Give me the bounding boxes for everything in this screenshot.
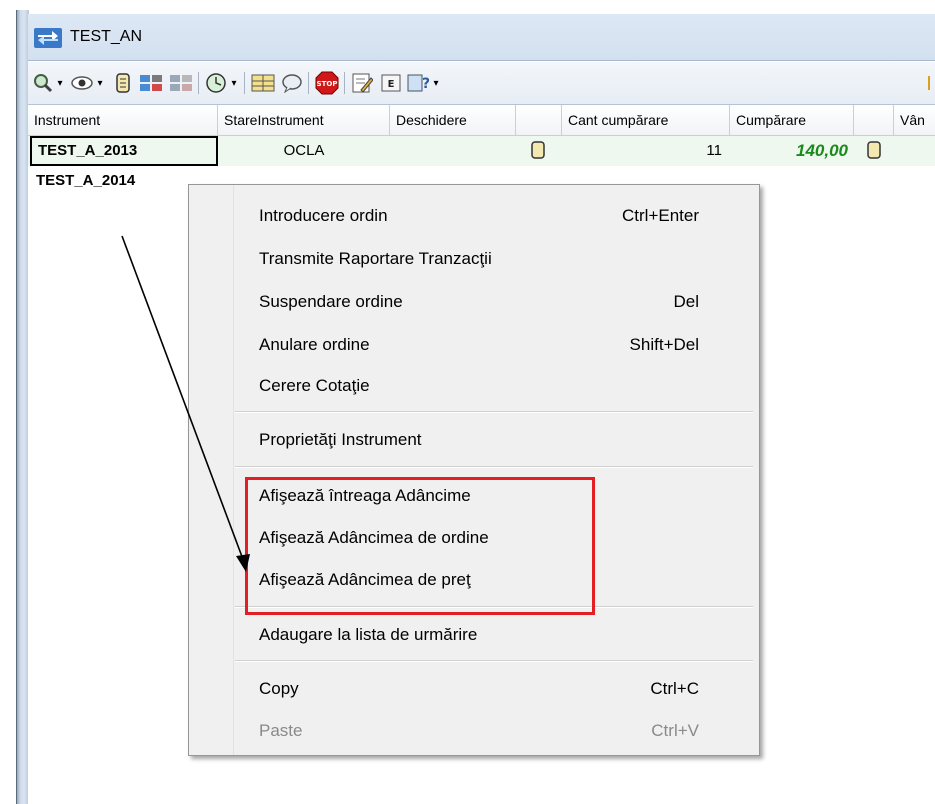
chevron-down-icon[interactable]: ▾ (54, 70, 66, 96)
highlight-box (245, 477, 595, 615)
scroll-icon[interactable] (856, 136, 892, 166)
menu-separator (235, 411, 753, 413)
col-icon[interactable] (516, 105, 562, 135)
toolbar-separator (244, 72, 245, 94)
order-book-disabled-icon[interactable] (168, 70, 194, 96)
menu-shortcut: Shift+Del (629, 335, 699, 354)
col-icon[interactable] (854, 105, 894, 135)
toolbar: ▾ ▾ ▾ STOP E ▾ (28, 62, 935, 105)
exchange-arrows-icon (34, 28, 62, 48)
table-row[interactable]: TEST_A_2013 OCLA 11 140,00 (28, 136, 935, 166)
scroll-icon[interactable] (518, 136, 558, 166)
toolbar-overflow-marker (928, 76, 930, 90)
grid-header: Instrument StareInstrument Deschidere Ca… (28, 105, 935, 136)
menu-shortcut: Ctrl+Enter (622, 206, 699, 225)
help-icon[interactable]: ? (406, 70, 430, 96)
search-icon[interactable] (32, 70, 54, 96)
window-title: TEST_AN (70, 28, 143, 45)
svg-text:?: ? (422, 76, 429, 92)
menu-item-paste[interactable]: Paste (259, 718, 302, 744)
chevron-down-icon[interactable]: ▾ (430, 70, 442, 96)
toolbar-separator (308, 72, 309, 94)
context-menu: Introducere ordin Ctrl+Enter Transmite R… (188, 184, 760, 756)
menu-shortcut: Del (673, 292, 699, 311)
menu-separator (235, 660, 753, 662)
menu-item-anulare-ordine[interactable]: Anulare ordine (259, 332, 370, 358)
menu-item-introducere-ordin[interactable]: Introducere ordin (259, 203, 388, 229)
toolbar-separator (198, 72, 199, 94)
col-stare-instrument[interactable]: StareInstrument (218, 105, 390, 135)
e-icon[interactable]: E (380, 70, 402, 96)
col-deschidere[interactable]: Deschidere (390, 105, 516, 135)
menu-item-transmite-raportare[interactable]: Transmite Raportare Tranzacţii (259, 246, 492, 272)
col-cumparare[interactable]: Cumpărare (730, 105, 854, 135)
menu-shortcut: Ctrl+V (651, 721, 699, 740)
menu-item-suspendare-ordine[interactable]: Suspendare ordine (259, 289, 403, 315)
edit-icon[interactable] (350, 70, 374, 96)
title-bar: TEST_AN (28, 14, 935, 61)
col-cant-cumparare[interactable]: Cant cumpărare (562, 105, 730, 135)
order-book-icon[interactable] (138, 70, 164, 96)
grid-icon[interactable] (250, 70, 276, 96)
chevron-down-icon[interactable]: ▾ (228, 70, 240, 96)
buy-price-cell: 140,00 (796, 141, 848, 160)
instrument-cell[interactable]: TEST_A_2013 (30, 136, 218, 166)
svg-text:E: E (388, 79, 395, 90)
menu-icon-gutter (189, 185, 234, 755)
state-cell: OCLA (283, 142, 325, 159)
menu-separator (235, 466, 753, 468)
menu-shortcut: Ctrl+C (650, 679, 699, 698)
col-instrument[interactable]: Instrument (28, 105, 218, 135)
clock-icon[interactable] (204, 70, 228, 96)
menu-item-adaugare-lista-urmarire[interactable]: Adaugare la lista de urmărire (259, 622, 477, 648)
menu-item-cerere-cotatie[interactable]: Cerere Cotaţie (259, 373, 370, 399)
stop-icon[interactable]: STOP (314, 70, 340, 96)
svg-text:STOP: STOP (317, 80, 338, 88)
chevron-down-icon[interactable]: ▾ (94, 70, 106, 96)
scroll-icon[interactable] (112, 70, 134, 96)
eye-icon[interactable] (70, 70, 94, 96)
col-vanzare[interactable]: Vân (894, 105, 935, 135)
toolbar-separator (344, 72, 345, 94)
menu-item-proprietati-instrument[interactable]: Proprietăţi Instrument (259, 427, 422, 453)
menu-item-copy[interactable]: Copy (259, 676, 299, 702)
comment-icon[interactable] (280, 70, 304, 96)
buy-qty-cell: 11 (706, 142, 722, 159)
